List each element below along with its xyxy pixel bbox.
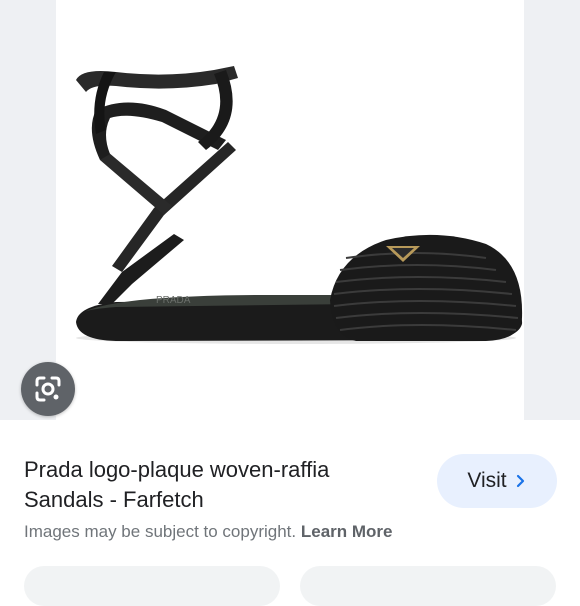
- chevron-right-icon: [516, 474, 524, 488]
- result-title-line2: Sandals - Farfetch: [24, 487, 204, 512]
- sandal-image: PRADA: [76, 66, 523, 344]
- learn-more-link[interactable]: Learn More: [301, 522, 393, 541]
- visit-label: Visit: [467, 469, 507, 492]
- copyright-text: Images may be subject to copyright.: [24, 522, 297, 541]
- visit-button[interactable]: Visit: [437, 454, 557, 508]
- result-title[interactable]: Prada logo-plaque woven-raffia Sandals -…: [24, 455, 414, 515]
- ribbon-lower: [112, 142, 236, 272]
- bottom-action-chip-right[interactable]: [300, 566, 556, 606]
- image-viewer: PRADA: [0, 0, 580, 420]
- footbed-logo: PRADA: [156, 295, 191, 306]
- lens-search-button[interactable]: [21, 362, 75, 416]
- bottom-action-chip-left[interactable]: [24, 566, 280, 606]
- product-image[interactable]: PRADA: [56, 0, 524, 420]
- ribbon-cross: [100, 152, 172, 215]
- camera-lens-icon: [35, 376, 61, 402]
- result-title-line1: Prada logo-plaque woven-raffia: [24, 457, 330, 482]
- ribbon-wrap: [91, 102, 226, 160]
- copyright-notice: Images may be subject to copyright. Lear…: [24, 522, 393, 542]
